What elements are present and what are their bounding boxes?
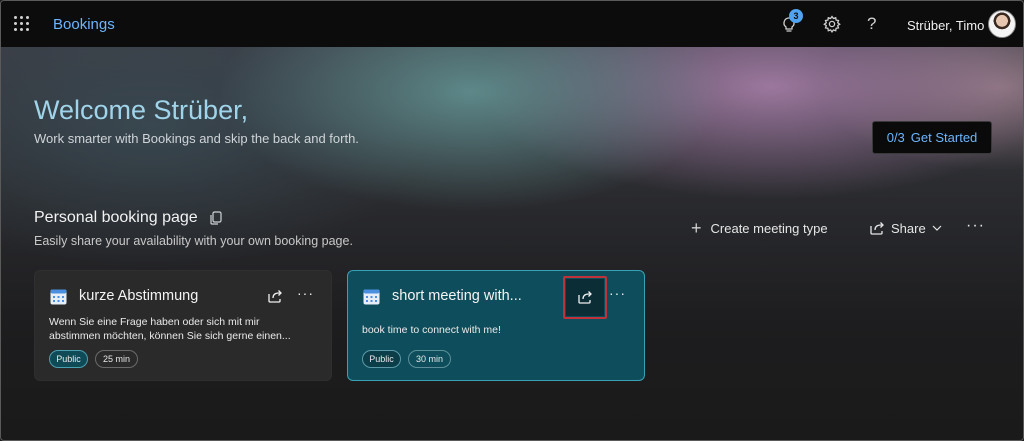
- app-title[interactable]: Bookings: [53, 16, 115, 33]
- meeting-type-card-kurze-abstimmung[interactable]: kurze Abstimmung ··· Wenn Sie eine Frage…: [34, 270, 332, 381]
- card-description: book time to connect with me!: [362, 324, 501, 336]
- help-icon[interactable]: ?: [867, 14, 876, 34]
- card-description-line: Wenn Sie eine Frage haben oder sich mit …: [49, 316, 260, 328]
- share-icon[interactable]: [267, 288, 283, 304]
- notification-badge: 3: [789, 9, 803, 23]
- create-meeting-type-label: Create meeting type: [710, 220, 828, 236]
- card-description: Wenn Sie eine Frage haben oder sich mit …: [49, 315, 321, 343]
- section-title: Personal booking page: [34, 209, 198, 226]
- copy-icon[interactable]: [210, 211, 222, 225]
- more-options-button[interactable]: ···: [966, 217, 985, 235]
- section-subtitle: Easily share your availability with your…: [34, 234, 353, 248]
- plus-icon: +: [691, 218, 702, 238]
- share-icon: [870, 222, 884, 235]
- card-more-button[interactable]: ···: [297, 285, 314, 301]
- welcome-heading: Welcome Strüber,: [34, 95, 249, 125]
- share-button[interactable]: Share: [869, 219, 948, 237]
- top-bar: Bookings 3 ? Strüber, Timo: [1, 1, 1023, 47]
- get-started-label: Get Started: [910, 130, 978, 145]
- welcome-subtitle: Work smarter with Bookings and skip the …: [34, 131, 359, 146]
- visibility-badge: Public: [49, 350, 88, 368]
- duration-badge: 25 min: [95, 350, 138, 368]
- card-title: short meeting with...: [392, 288, 522, 304]
- share-button-highlight[interactable]: [563, 276, 607, 319]
- get-started-button[interactable]: 0/3 Get Started: [872, 121, 992, 154]
- user-name[interactable]: Strüber, Timo: [907, 18, 984, 33]
- card-more-button[interactable]: ···: [609, 285, 626, 301]
- avatar[interactable]: [988, 10, 1016, 38]
- duration-badge: 30 min: [408, 350, 451, 368]
- share-label: Share: [891, 220, 926, 236]
- calendar-icon: [50, 289, 67, 305]
- share-icon: [578, 291, 592, 304]
- card-description-line: abstimmen möchten, können Sie sich gerne…: [49, 330, 291, 342]
- waffle-icon[interactable]: [14, 16, 30, 32]
- bookings-window: Bookings 3 ? Strüber, Timo Welcome Strüb…: [0, 0, 1024, 441]
- visibility-badge: Public: [362, 350, 401, 368]
- get-started-progress: 0/3: [886, 130, 905, 145]
- calendar-icon: [363, 289, 380, 305]
- chevron-down-icon: [932, 225, 942, 231]
- card-title: kurze Abstimmung: [79, 288, 199, 304]
- gear-icon[interactable]: [821, 13, 843, 35]
- create-meeting-type-button[interactable]: + Create meeting type: [691, 219, 828, 237]
